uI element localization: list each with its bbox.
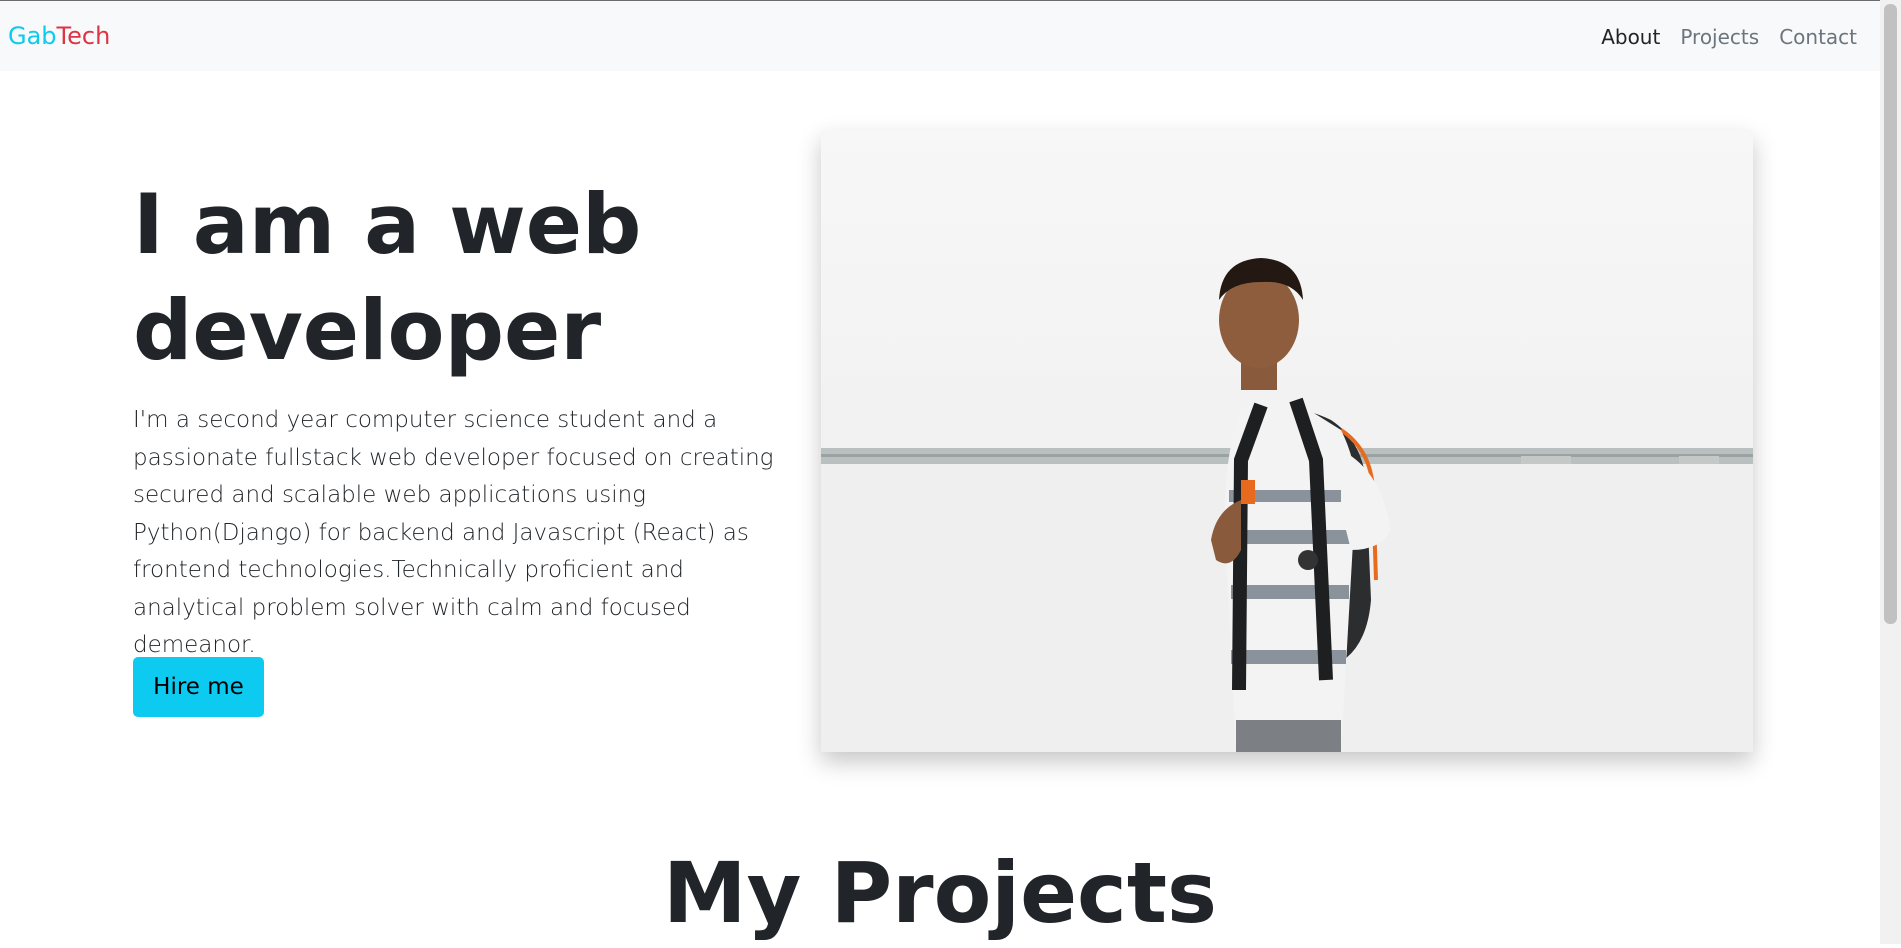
page-scrollbar[interactable]: [1880, 0, 1901, 944]
hire-me-button[interactable]: Hire me: [133, 657, 264, 717]
hero-portrait-image: [821, 130, 1753, 752]
hero-title: I am a web developer: [133, 176, 642, 379]
brand-part-gab: Gab: [8, 22, 57, 50]
hero-description: I'm a second year computer science stude…: [133, 407, 774, 658]
nav-link-contact[interactable]: Contact: [1769, 23, 1867, 51]
projects-section-title: My Projects: [663, 844, 1217, 942]
nav-link-projects[interactable]: Projects: [1670, 23, 1769, 51]
scrollbar-thumb[interactable]: [1884, 4, 1897, 624]
brand-part-tech: Tech: [56, 22, 111, 50]
navbar: GabTech About Projects Contact: [0, 1, 1880, 71]
portrait-photo-icon: [821, 130, 1753, 752]
brand-logo[interactable]: GabTech: [8, 21, 110, 51]
nav-link-about[interactable]: About: [1591, 23, 1670, 51]
nav-links: About Projects Contact: [1591, 23, 1867, 51]
